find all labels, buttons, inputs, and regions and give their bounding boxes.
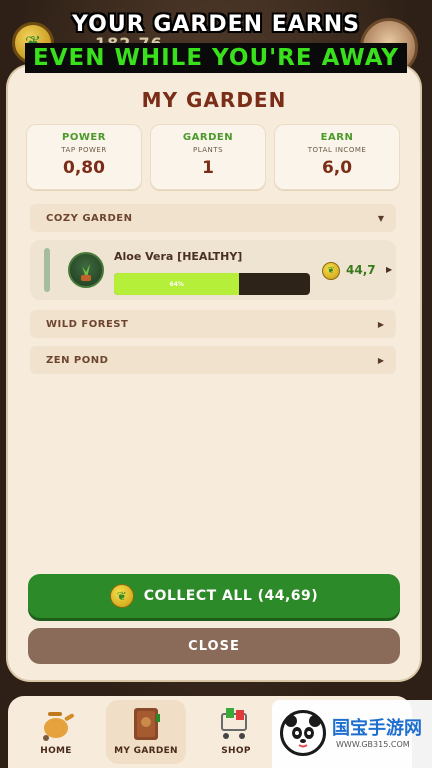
stat-value: 0,80 — [63, 158, 105, 178]
leaf-coin-icon: ❦ — [109, 584, 134, 608]
leaf-coin-icon: ❦ — [322, 262, 340, 280]
stat-sublabel: TOTAL INCOME — [307, 146, 367, 154]
stat-sublabel: PLANTS — [192, 146, 224, 154]
stat-value: 1 — [202, 158, 214, 178]
nav-shop[interactable]: SHOP — [196, 700, 276, 764]
banner-line-1: YOUR GARDEN EARNS — [72, 12, 360, 37]
plant-row-indicator — [44, 248, 50, 292]
stat-label: GARDEN — [182, 132, 234, 143]
watering-can-icon — [36, 704, 76, 744]
stat-label: EARN — [320, 132, 354, 143]
plant-growth-progress: 64% — [114, 273, 310, 295]
caret-down-icon: ▼ — [377, 213, 384, 223]
section-label: ZEN POND — [46, 354, 109, 366]
section-zen-pond[interactable]: ZEN POND ▶ — [30, 346, 396, 374]
close-label: CLOSE — [188, 638, 240, 654]
panel-title: MY GARDEN — [141, 88, 287, 112]
nav-label: MY GARDEN — [114, 746, 178, 756]
plant-name: Aloe Vera [HEALTHY] — [114, 250, 243, 263]
nav-label: HOME — [40, 746, 72, 756]
section-wild-forest[interactable]: WILD FOREST ▶ — [30, 310, 396, 338]
stat-value: 6,0 — [321, 158, 353, 178]
watermark-text: 国宝手游网 — [332, 718, 422, 739]
section-label: COZY GARDEN — [46, 212, 133, 224]
stat-label: POWER — [62, 132, 106, 143]
stat-sublabel: TAP POWER — [61, 146, 107, 154]
panda-logo-icon — [280, 710, 326, 756]
section-cozy-garden[interactable]: COZY GARDEN ▼ — [30, 204, 396, 232]
collect-all-button[interactable]: ❦ COLLECT ALL (44,69) — [28, 574, 400, 618]
caret-right-icon: ▶ — [386, 265, 393, 274]
close-button[interactable]: CLOSE — [28, 628, 400, 664]
plant-row[interactable]: Aloe Vera [HEALTHY] 64% ❦ 44,7 ▶ — [30, 240, 396, 300]
nav-home[interactable]: HOME — [16, 700, 96, 764]
my-garden-panel: MY GARDEN POWER TAP POWER 0,80 GARDEN PL… — [8, 66, 420, 680]
stat-card-garden: GARDEN PLANTS 1 — [150, 124, 266, 190]
plant-earn-value: 44,7 — [346, 263, 376, 277]
stat-card-earn: EARN TOTAL INCOME 6,0 — [274, 124, 400, 190]
banner-line-2: EVEN WHILE YOU'RE AWAY — [25, 43, 407, 73]
garden-book-icon — [126, 704, 166, 744]
nav-label: SHOP — [221, 746, 251, 756]
stats-row: POWER TAP POWER 0,80 GARDEN PLANTS 1 EAR… — [26, 124, 400, 190]
shopping-cart-icon — [216, 704, 256, 744]
caret-right-icon: ▶ — [377, 355, 384, 365]
nav-my-garden[interactable]: MY GARDEN — [106, 700, 186, 764]
stat-card-power: POWER TAP POWER 0,80 — [26, 124, 142, 190]
promo-banner: YOUR GARDEN EARNS EVEN WHILE YOU'RE AWAY — [0, 12, 432, 73]
aloe-vera-plant-icon — [68, 252, 104, 288]
caret-right-icon: ▶ — [377, 319, 384, 329]
progress-label: 64% — [169, 280, 184, 288]
site-watermark: 国宝手游网 WWW.GB315.COM — [272, 700, 432, 768]
collect-all-label: COLLECT ALL (44,69) — [143, 588, 319, 604]
section-label: WILD FOREST — [46, 318, 129, 330]
watermark-url: WWW.GB315.COM — [336, 740, 410, 749]
